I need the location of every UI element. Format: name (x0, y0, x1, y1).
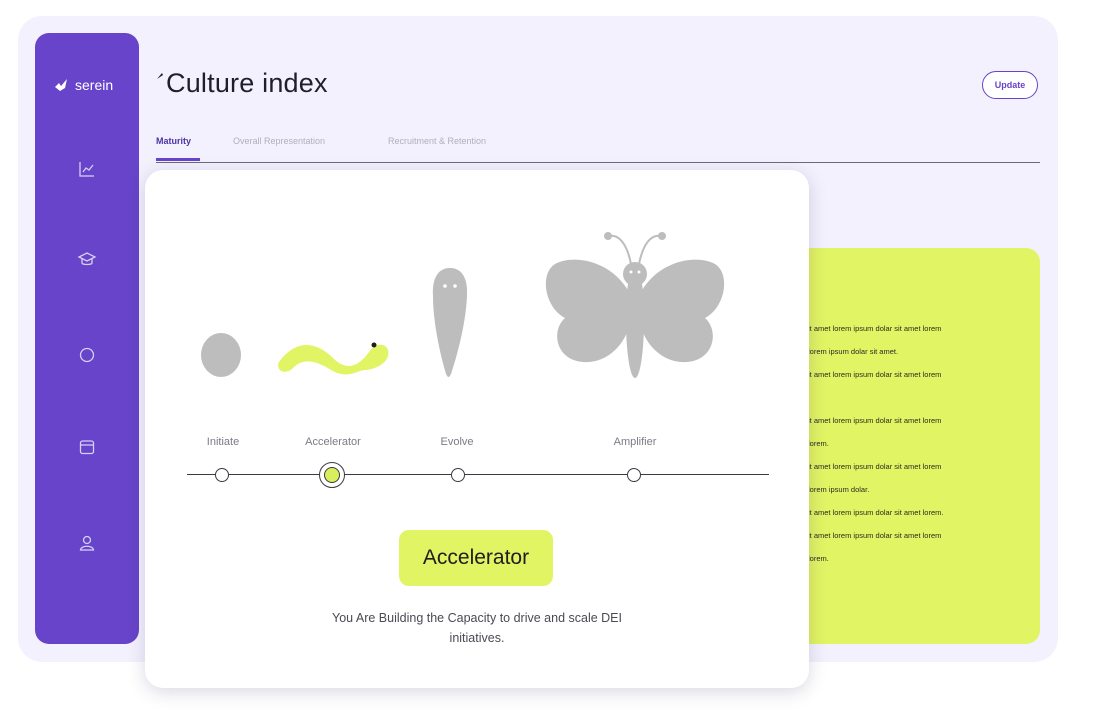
info-line: lorem ipsum dolar. (808, 485, 870, 494)
tab-bar: Maturity Overall Representation Recruitm… (156, 136, 1040, 163)
info-line: lorem. (808, 439, 829, 448)
active-node-dot (324, 467, 340, 483)
stage-node-accelerator[interactable] (319, 462, 345, 488)
maturity-card: Initiate Accelerator Evolve Amplifier Ac… (145, 170, 809, 688)
header: Culture index (156, 68, 328, 99)
stage-label-accelerator: Accelerator (305, 436, 361, 448)
sidebar-item-circle[interactable] (77, 345, 97, 365)
active-tab-indicator (156, 158, 200, 161)
current-stage-badge: Accelerator (399, 530, 553, 586)
info-line: lorem ipsum dolar sit amet. (808, 347, 899, 356)
title-accent-icon (157, 73, 163, 79)
graduation-cap-icon (77, 252, 97, 266)
stage-node-evolve[interactable] (451, 468, 465, 482)
tab-maturity[interactable]: Maturity (156, 136, 191, 146)
stage-description: You Are Building the Capacity to drive a… (332, 611, 622, 645)
info-panel: it amet lorem ipsum dolar sit amet lorem… (790, 248, 1040, 644)
update-button[interactable]: Update (982, 71, 1038, 99)
tab-overall-representation[interactable]: Overall Representation (233, 136, 325, 146)
info-line: it amet lorem ipsum dolar sit amet lorem (808, 324, 942, 333)
page-title: Culture index (166, 68, 328, 98)
info-line: it amet lorem ipsum dolar sit amet lorem… (808, 508, 944, 517)
brand-name: serein (75, 77, 114, 93)
butterfly-icon (545, 232, 725, 378)
sidebar-item-chart[interactable] (77, 159, 97, 179)
circle-icon (79, 347, 95, 363)
info-line: it amet lorem ipsum dolar sit amet lorem (808, 370, 942, 379)
info-line: it amet lorem ipsum dolar sit amet lorem (808, 416, 942, 425)
chart-icon (79, 162, 94, 177)
stage-label-amplifier: Amplifier (613, 436, 657, 448)
logo-icon (55, 79, 67, 91)
tab-recruitment-retention[interactable]: Recruitment & Retention (388, 136, 486, 146)
sidebar: serein (35, 33, 139, 644)
sidebar-item-user[interactable] (77, 533, 97, 553)
maturity-timeline (187, 474, 769, 475)
user-icon (79, 535, 95, 551)
info-line: it amet lorem ipsum dolar sit amet lorem (808, 531, 942, 540)
sidebar-item-learning[interactable] (77, 249, 97, 269)
stage-label-evolve: Evolve (440, 436, 474, 448)
stage-node-amplifier[interactable] (627, 468, 641, 482)
info-line: lorem. (808, 554, 829, 563)
info-line: it amet lorem ipsum dolar sit amet lorem (808, 462, 942, 471)
egg-icon (201, 333, 241, 377)
calendar-icon (79, 440, 95, 455)
caterpillar-icon (278, 342, 389, 375)
sidebar-item-calendar[interactable] (77, 437, 97, 457)
stage-node-initiate[interactable] (215, 468, 229, 482)
brand[interactable]: serein (53, 77, 113, 93)
cocoon-icon (432, 268, 468, 377)
stage-label-initiate: Initiate (206, 436, 240, 448)
